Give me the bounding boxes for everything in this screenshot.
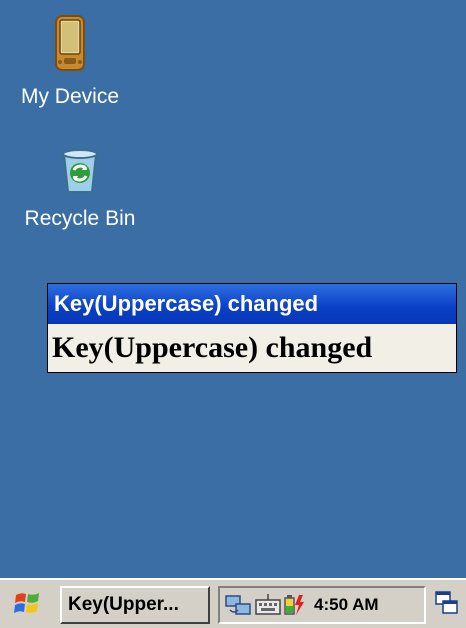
show-desktop-icon bbox=[434, 590, 460, 621]
show-desktop-button[interactable] bbox=[432, 588, 462, 622]
pda-device-icon bbox=[50, 15, 90, 78]
desktop-icon-recycle-bin[interactable]: Recycle Bin bbox=[10, 146, 150, 231]
system-tray: 4:50 AM bbox=[218, 586, 426, 624]
desktop: My Device Recycle Bin Key(Uppercase) cha… bbox=[0, 0, 466, 578]
network-icon[interactable] bbox=[224, 590, 254, 620]
popup-title: Key(Uppercase) changed bbox=[48, 284, 456, 324]
desktop-icon-label: Recycle Bin bbox=[24, 207, 136, 230]
taskbar-button-key-upper[interactable]: Key(Upper... bbox=[60, 586, 210, 624]
taskbar: Key(Upper... 4:50 AM bbox=[0, 578, 466, 628]
battery-charging-icon[interactable] bbox=[282, 590, 306, 620]
clock[interactable]: 4:50 AM bbox=[314, 595, 379, 615]
desktop-icon-label: My Device bbox=[20, 85, 120, 108]
popup-message: Key(Uppercase) changed bbox=[52, 331, 373, 364]
key-change-popup: Key(Uppercase) changed Key(Uppercase) ch… bbox=[47, 283, 457, 373]
recycle-bin-icon bbox=[58, 149, 102, 200]
keyboard-icon[interactable] bbox=[254, 590, 282, 620]
start-button[interactable] bbox=[6, 588, 50, 622]
desktop-icon-my-device[interactable]: My Device bbox=[0, 14, 140, 109]
windows-flag-icon bbox=[13, 589, 43, 622]
